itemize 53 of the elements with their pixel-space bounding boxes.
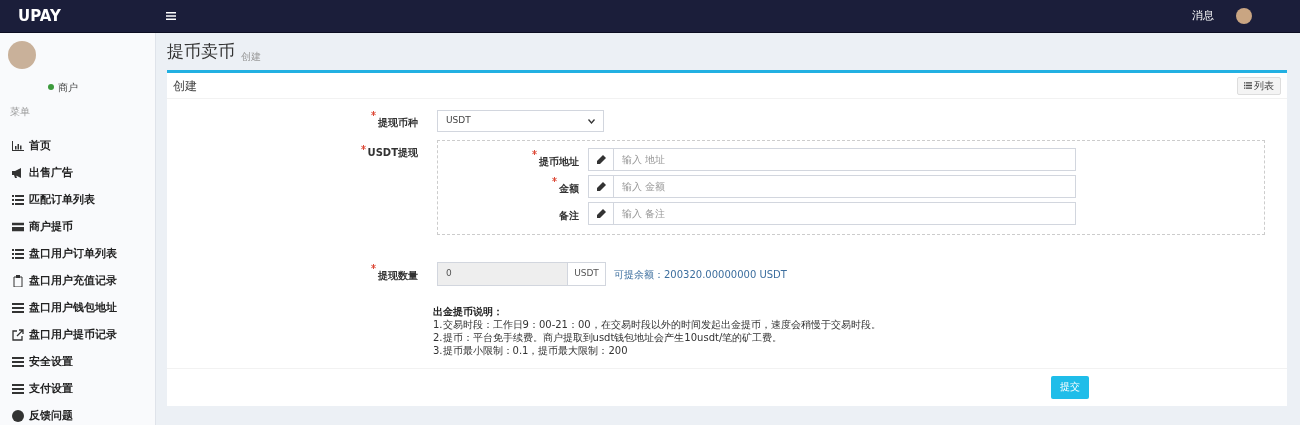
user-status: 商户 [58, 80, 78, 95]
field-label: 提币地址 [539, 155, 579, 167]
list-icon [1244, 82, 1252, 89]
user-avatar [8, 41, 36, 69]
page-subtitle: 创建 [241, 50, 261, 64]
bar-chart-icon [12, 140, 24, 151]
field-label: 提现数量 [378, 270, 418, 281]
notes-line: 1.交易时段：工作日9：00-21：00，在交易时段以外的时间发起出金提币，速度会稍慢于交易时段。 [433, 318, 882, 331]
messages-link[interactable]: 消息 [1192, 7, 1214, 25]
available-balance: 可提余额：200320.00000000 USDT [614, 267, 787, 282]
notes-title: 出金提币说明： [433, 305, 504, 318]
list-button[interactable]: 列表 [1237, 76, 1281, 95]
external-link-icon [12, 328, 24, 341]
sidebar-item[interactable]: 盘口用户充值记录 [0, 267, 155, 294]
sidebar-item[interactable]: 匹配订单列表 [0, 186, 155, 213]
sidebar-item[interactable]: 盘口用户订单列表 [0, 240, 155, 267]
brand-logo[interactable]: UPAY [18, 4, 61, 28]
field-label: 提现币种 [378, 117, 418, 128]
sidebar-item[interactable]: 出售广告 [0, 159, 155, 186]
pencil-icon [596, 208, 606, 219]
menu-header: 菜单 [10, 106, 30, 117]
sidebar-item[interactable]: 首页 [0, 132, 155, 159]
field-label: 金额 [559, 182, 579, 194]
menu-icon[interactable] [166, 12, 176, 20]
notes-line: 2.提币：平台免手续费。商户提取到usdt钱包地址会产生10usdt/笔的矿工费。 [433, 331, 784, 344]
circle-icon [12, 409, 24, 422]
card-title: 创建 [173, 77, 197, 95]
clipboard-icon [13, 274, 23, 287]
field-label: 备注 [559, 209, 579, 221]
input-field[interactable]: 输入 备注 [614, 202, 1076, 225]
credit-card-icon [12, 221, 24, 232]
sidebar-item[interactable]: 安全设置 [0, 348, 155, 375]
pencil-icon [596, 181, 606, 192]
field-label: USDT提现 [367, 147, 418, 158]
currency-select[interactable]: USDT [437, 110, 604, 132]
sidebar-item[interactable]: 支付设置 [0, 375, 155, 402]
input-field[interactable]: 输入 地址 [614, 148, 1076, 171]
sidebar-item[interactable]: 盘口用户提币记录 [0, 321, 155, 348]
notes-line: 3.提币最小限制：0.1，提币最大限制：200 [433, 344, 629, 357]
sidebar-item[interactable]: 盘口用户钱包地址 [0, 294, 155, 321]
list-icon [12, 194, 24, 205]
chevron-down-icon [588, 118, 595, 124]
pencil-icon [596, 154, 606, 165]
user-avatar[interactable] [1236, 8, 1252, 24]
sidebar-item[interactable]: 商户提币 [0, 213, 155, 240]
sidebar-item[interactable]: 反馈问题 [0, 402, 155, 425]
page-title: 提币卖币 [167, 39, 235, 63]
bars-icon [12, 383, 24, 394]
list-icon [12, 248, 24, 259]
megaphone-icon [12, 167, 24, 178]
bars-icon [12, 302, 24, 313]
bars-icon [12, 356, 24, 367]
input-field[interactable]: 输入 金额 [614, 175, 1076, 198]
